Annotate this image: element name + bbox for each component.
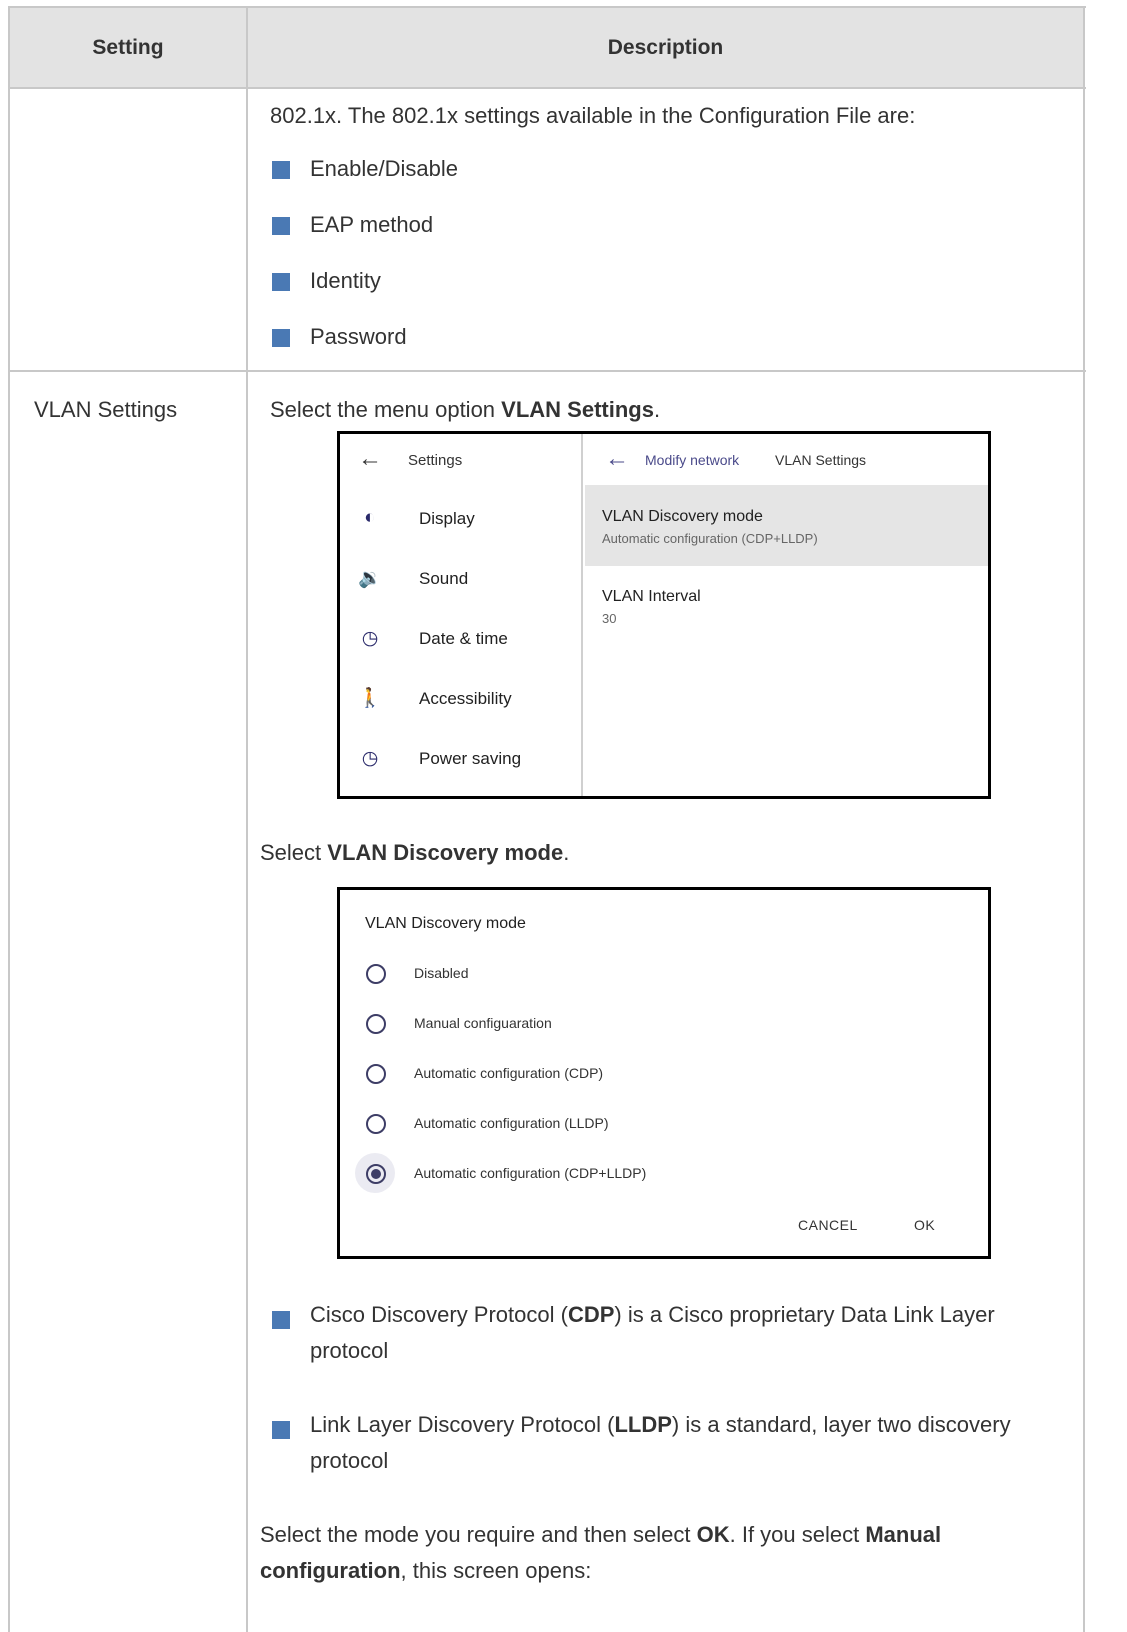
radio-cdp: [366, 1064, 386, 1084]
bullet-cdp-pre: Cisco Discovery Protocol (: [310, 1302, 568, 1327]
radio-disabled: [366, 964, 386, 984]
final-p2: . If you select: [729, 1522, 866, 1547]
accessibility-icon: 🚶: [358, 688, 382, 709]
bullet-lldp-text: Link Layer Discovery Protocol (LLDP) is …: [310, 1407, 1030, 1479]
menu-item-accessibility: Accessibility: [419, 689, 512, 708]
vlan-interval-title: VLAN Interval: [602, 588, 701, 605]
bullet-square-icon: [272, 217, 290, 235]
row1-bullet-4: Password: [310, 324, 407, 349]
radio-manual: [366, 1014, 386, 1034]
table-border-top: [8, 6, 1086, 8]
final-p3: , this screen opens:: [400, 1558, 592, 1583]
back-arrow-icon: ←: [605, 445, 629, 472]
menu-item-display: Display: [419, 509, 475, 528]
row1-bullet-3: Identity: [310, 268, 381, 293]
radio-lldp: [366, 1114, 386, 1134]
bullet-square-icon: [272, 1311, 290, 1329]
clock-icon: ◷: [361, 627, 379, 649]
table-header-bottom: [8, 87, 1086, 89]
vlan-settings-pane: ← Modify network VLAN Settings VLAN Disc…: [585, 434, 988, 796]
brightness-icon: ◐: [364, 507, 376, 528]
bullet-lldp-bold: LLDP: [614, 1412, 672, 1437]
final-b1: OK: [696, 1522, 730, 1547]
step1-pre: Select the menu option: [270, 397, 502, 422]
settings-screenshot: ← Settings ◐ Display 🔉 Sound ◷ Date & ti…: [337, 431, 991, 799]
settings-left-pane: ← Settings ◐ Display 🔉 Sound ◷ Date & ti…: [340, 434, 583, 796]
header-setting-label: Setting: [92, 35, 164, 59]
step1-post: .: [653, 397, 661, 422]
step1-text: Select the menu option VLAN Settings.: [270, 397, 660, 423]
menu-item-date-time: Date & time: [419, 629, 508, 648]
back-arrow-icon: ←: [358, 445, 382, 472]
vlan-discovery-mode-value: Automatic configuration (CDP+LLDP): [602, 531, 818, 546]
row1-bullet-2: EAP method: [310, 212, 434, 237]
table-border-left: [8, 6, 10, 1632]
bullet-cdp-bold: CDP: [567, 1302, 615, 1327]
clock-icon: ◷: [361, 747, 379, 769]
header-setting: Setting: [10, 8, 246, 87]
final-instruction: Select the mode you require and then sel…: [260, 1517, 1075, 1589]
bullet-cdp-text: Cisco Discovery Protocol (CDP) is a Cisc…: [310, 1297, 1040, 1369]
discovery-mode-dialog: VLAN Discovery mode Disabled Manual conf…: [337, 887, 991, 1259]
settings-title: Settings: [408, 452, 463, 469]
bullet-square-icon: [272, 1421, 290, 1439]
option-manual: Manual configuaration: [414, 1015, 552, 1031]
table-border-right: [1083, 6, 1085, 1632]
row2-setting-label: VLAN Settings: [34, 397, 178, 422]
bullet-lldp-pre: Link Layer Discovery Protocol (: [310, 1412, 615, 1437]
step2-post: .: [563, 840, 570, 865]
vlan-interval-value: 30: [602, 611, 617, 626]
header-description-label: Description: [607, 35, 724, 59]
step2-pre: Select: [260, 840, 328, 865]
dialog-cancel-button: CANCEL: [798, 1217, 858, 1233]
option-lldp: Automatic configuration (LLDP): [414, 1115, 609, 1131]
speaker-icon: 🔉: [358, 568, 382, 589]
table-column-divider: [246, 6, 248, 1632]
dialog-ok-button: OK: [914, 1217, 936, 1233]
final-p1: Select the mode you require and then sel…: [260, 1522, 697, 1547]
dialog-title: VLAN Discovery mode: [365, 915, 526, 932]
bullet-square-icon: [272, 329, 290, 347]
table-row-divider: [8, 370, 1086, 372]
option-cdp-lldp: Automatic configuration (CDP+LLDP): [414, 1165, 647, 1181]
row1-bullet-1: Enable/Disable: [310, 156, 458, 181]
menu-item-power-saving: Power saving: [419, 749, 522, 768]
step1-bold: VLAN Settings: [501, 397, 654, 422]
row1-intro: 802.1x. The 802.1x settings available in…: [270, 103, 916, 128]
vlan-discovery-mode-title: VLAN Discovery mode: [602, 508, 763, 525]
breadcrumb-back: Modify network: [645, 452, 740, 468]
settings-table: Setting Description 802.1x. The 802.1x s…: [0, 0, 1127, 1632]
header-description: Description: [248, 8, 1083, 87]
bullet-square-icon: [272, 273, 290, 291]
step2-text: Select VLAN Discovery mode.: [260, 840, 569, 866]
step2-bold: VLAN Discovery mode: [327, 840, 564, 865]
bullet-square-icon: [272, 161, 290, 179]
option-cdp: Automatic configuration (CDP): [414, 1065, 604, 1081]
radio-cdp-lldp: [366, 1164, 386, 1184]
menu-item-sound: Sound: [419, 569, 469, 588]
breadcrumb-current: VLAN Settings: [775, 452, 867, 468]
option-disabled: Disabled: [414, 965, 469, 981]
